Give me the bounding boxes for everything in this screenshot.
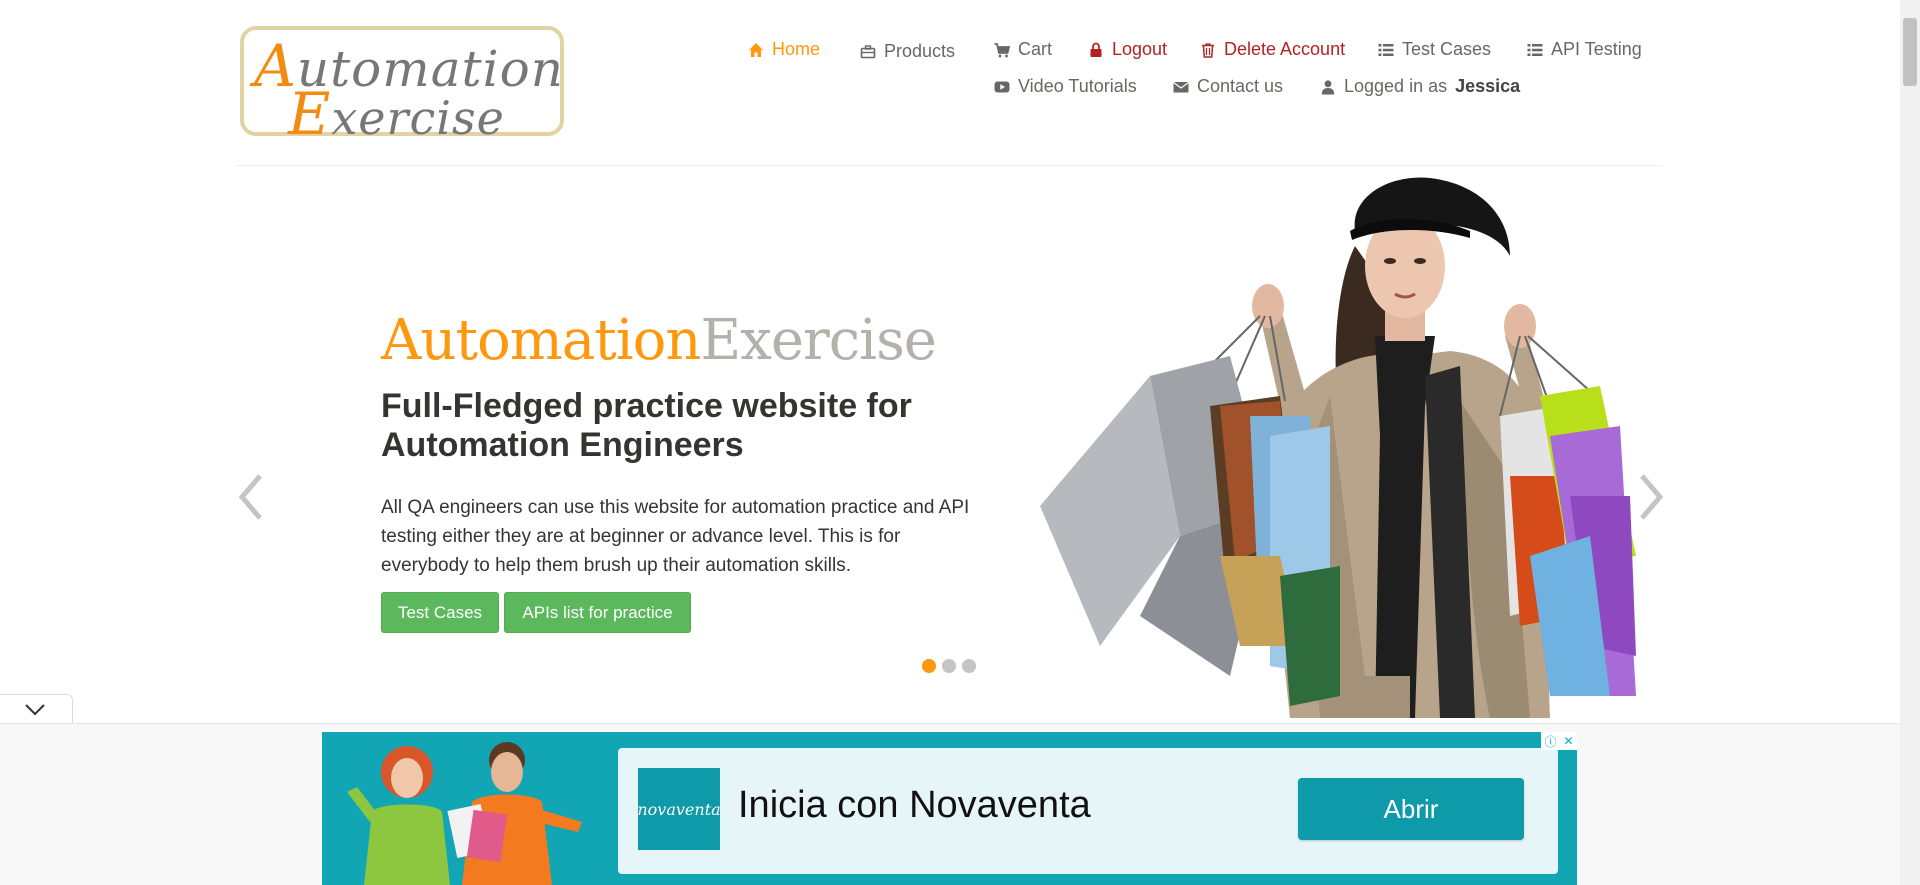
nav-logged-in-as[interactable]: Logged in as Jessica bbox=[1320, 76, 1520, 97]
slide-indicator-3[interactable] bbox=[962, 659, 976, 673]
nav-contact-us-label: Contact us bbox=[1197, 76, 1284, 96]
nav-api-testing-label: API Testing bbox=[1551, 39, 1642, 59]
nav-cart-label: Cart bbox=[1018, 39, 1053, 59]
list-icon bbox=[1378, 43, 1394, 56]
nav-test-cases-label: Test Cases bbox=[1402, 39, 1492, 59]
ad-controls: ⓘ ✕ bbox=[1541, 732, 1577, 750]
nav-contact-us[interactable]: Contact us bbox=[1173, 76, 1283, 97]
test-cases-button[interactable]: Test Cases bbox=[381, 592, 499, 633]
nav-api-testing[interactable]: API Testing bbox=[1527, 39, 1642, 60]
scrollbar-thumb[interactable] bbox=[1903, 18, 1917, 86]
home-icon bbox=[749, 42, 763, 57]
hero-shopping-girl-image bbox=[1040, 177, 1636, 718]
youtube-play-icon bbox=[994, 81, 1010, 92]
hero-brand: AutomationExercise bbox=[381, 308, 937, 373]
products-icon bbox=[860, 44, 876, 58]
ad-banner[interactable]: novaventa Inicia con Novaventa Abrir ⓘ ✕ bbox=[322, 732, 1577, 885]
nav-products[interactable]: Products bbox=[860, 41, 955, 62]
nav-delete-account[interactable]: Delete Account bbox=[1200, 39, 1345, 60]
brand-part-2: Exercise bbox=[700, 308, 937, 373]
nav-delete-account-label: Delete Account bbox=[1224, 39, 1346, 59]
ad-brand-logo: novaventa bbox=[637, 768, 721, 850]
hero-description: All QA engineers can use this website fo… bbox=[381, 497, 970, 576]
nav-home[interactable]: Home bbox=[748, 39, 820, 60]
nav-products-label: Products bbox=[884, 41, 956, 61]
ad-open-button[interactable]: Abrir bbox=[1298, 778, 1524, 840]
ad-people-image bbox=[347, 742, 582, 885]
nav-video-tutorials-label: Video Tutorials bbox=[1018, 76, 1137, 96]
slide-indicator-2[interactable] bbox=[942, 659, 956, 673]
nav-logout-label: Logout bbox=[1112, 39, 1168, 59]
apis-list-button[interactable]: APIs list for practice bbox=[504, 592, 691, 633]
ad-collapse-toggle[interactable] bbox=[0, 694, 73, 725]
site-logo[interactable]: Automation Exercise bbox=[240, 26, 564, 148]
cart-icon bbox=[994, 42, 1010, 57]
nav-home-label: Home bbox=[772, 39, 821, 59]
brand-part-1: Automation bbox=[381, 308, 701, 373]
hero-headline: Full-Fledged practice website for Automa… bbox=[381, 387, 912, 464]
logged-in-prefix: Logged in as bbox=[1344, 76, 1448, 96]
trash-icon bbox=[1202, 42, 1214, 58]
envelope-icon bbox=[1173, 81, 1189, 92]
logged-in-username: Jessica bbox=[1455, 76, 1521, 96]
chevron-down-icon bbox=[25, 704, 45, 716]
page-scrollbar[interactable] bbox=[1900, 0, 1920, 885]
ad-close-icon[interactable]: ✕ bbox=[1563, 734, 1573, 748]
nav-logout[interactable]: Logout bbox=[1088, 39, 1167, 60]
list-icon bbox=[1527, 43, 1543, 56]
ad-info-icon[interactable]: ⓘ bbox=[1544, 733, 1556, 750]
nav-video-tutorials[interactable]: Video Tutorials bbox=[994, 76, 1137, 97]
ad-title: Inicia con Novaventa bbox=[738, 784, 1091, 826]
ad-card[interactable]: novaventa Inicia con Novaventa Abrir bbox=[618, 748, 1558, 874]
user-icon bbox=[1321, 79, 1335, 94]
nav-cart[interactable]: Cart bbox=[994, 39, 1052, 60]
slide-indicator-1[interactable] bbox=[922, 659, 936, 673]
logo-line-2: Exercise bbox=[288, 80, 505, 148]
lock-icon bbox=[1090, 42, 1102, 57]
header-divider bbox=[236, 165, 1662, 166]
nav-test-cases[interactable]: Test Cases bbox=[1378, 39, 1491, 60]
slider-prev-arrow-icon[interactable] bbox=[234, 472, 268, 522]
slider-next-arrow-icon[interactable] bbox=[1634, 472, 1668, 522]
